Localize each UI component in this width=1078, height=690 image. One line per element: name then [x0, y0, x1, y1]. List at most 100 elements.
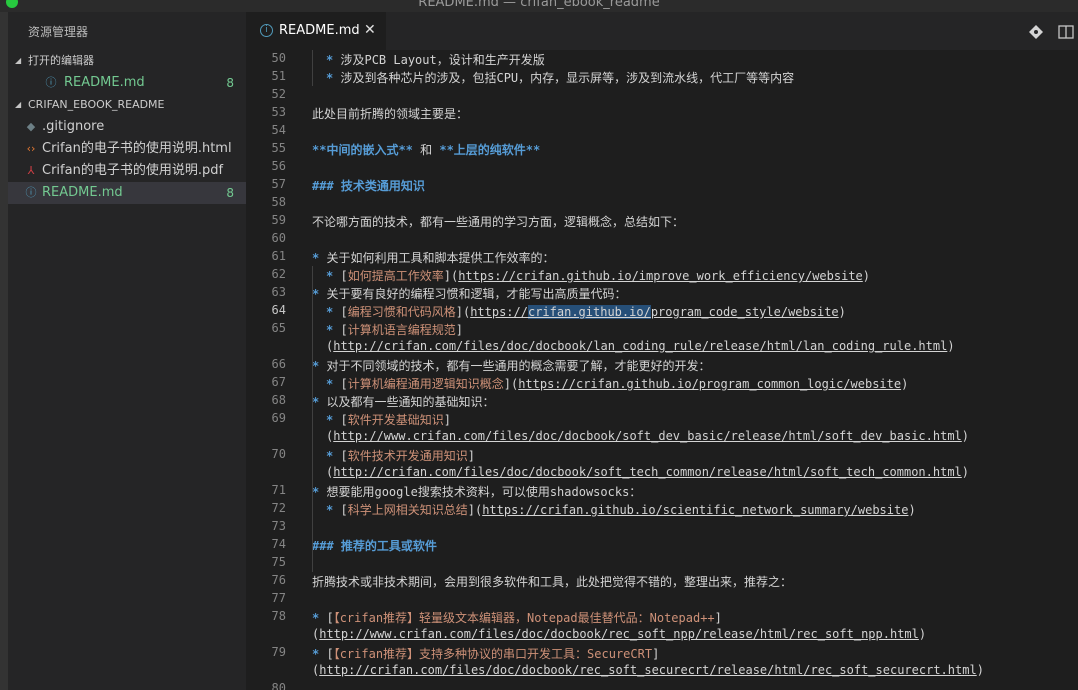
link-url[interactable]: https://crifan.github.io/program_common_… [518, 377, 901, 391]
list-bullet: * [326, 377, 334, 391]
info-icon: i [260, 24, 273, 37]
list-bullet: * [312, 287, 320, 301]
split-editor-icon[interactable] [1058, 25, 1074, 39]
list-bullet: * [326, 323, 334, 337]
link-text[interactable]: 科学上网相关知识总结 [348, 503, 468, 517]
line-number: 76 [271, 573, 286, 587]
code-line: * 关于要有良好的编程习惯和逻辑，才能写出高质量代码： [312, 285, 626, 302]
title-bar: README.md — crifan_ebook_readme [0, 0, 1078, 12]
indent-guide [312, 266, 313, 338]
line-text: 想要能用google搜索技术资料，可以使用shadowsocks： [326, 485, 642, 499]
diamond-icon: ◆ [26, 120, 36, 133]
list-bullet: * [312, 359, 320, 373]
link-text[interactable]: 软件技术开发通用知识 [348, 449, 468, 463]
link-url[interactable]: https://crifan.github.io/scientific_netw… [482, 503, 908, 517]
tab-bar: i README.md ✕ [246, 12, 1078, 50]
file-item[interactable]: ⓘ README.md 8 [8, 182, 246, 204]
line-number: 59 [271, 213, 286, 227]
line-text: 此处目前折腾的领域主要是： [312, 107, 469, 121]
git-compare-icon[interactable] [1028, 24, 1044, 40]
open-editor-readme[interactable]: ⓘ README.md 8 [8, 72, 246, 94]
line-number: 51 [271, 69, 286, 83]
link-text[interactable]: 【crifan推荐】支持多种协议的串口开发工具：SecureCRT [334, 647, 652, 661]
line-text: 涉及PCB Layout，设计和生产开发版 [340, 53, 545, 67]
file-item[interactable]: ◆ .gitignore [8, 116, 246, 138]
link-text[interactable]: 如何提高工作效率 [348, 269, 444, 283]
link-url[interactable]: http://www.crifan.com/files/doc/docbook/… [319, 627, 919, 641]
link-text[interactable]: 计算机编程通用逻辑知识概念 [348, 377, 504, 391]
selection-highlight: crifan.github.io/ [527, 305, 651, 319]
indent-guide [312, 50, 313, 86]
link-text[interactable]: 【crifan推荐】轻量级文本编辑器，Notepad最佳替代品：Notepad+… [334, 611, 715, 625]
line-text: 和 [412, 143, 440, 157]
code-icon: ‹› [26, 142, 36, 155]
code-line: 此处目前折腾的领域主要是： [312, 105, 468, 122]
line-number: 57 [271, 177, 286, 191]
project-section[interactable]: ◢ CRIFAN_EBOOK_README [8, 94, 246, 116]
link-url[interactable]: https://crifan.github.io/program_code_st… [470, 305, 839, 319]
close-icon[interactable]: ✕ [364, 22, 376, 38]
code-line: (http://www.crifan.com/files/doc/docbook… [326, 429, 970, 443]
list-bullet: * [326, 71, 334, 85]
explorer-sidebar: 资源管理器 ◢ 打开的编辑器 ⓘ README.md 8 ◢ CRIFAN_EB… [8, 12, 246, 690]
line-text: 对于不同领域的技术，都有一些通用的概念需要了解，才能更好的开发： [326, 359, 711, 373]
code-line: * 想要能用google搜索技术资料，可以使用shadowsocks： [312, 483, 641, 500]
line-number: 70 [271, 447, 286, 461]
problems-badge: 8 [226, 186, 234, 200]
code-line: ### 推荐的工具或软件 [312, 537, 437, 554]
link-url[interactable]: http://crifan.com/files/doc/docbook/soft… [333, 465, 962, 479]
line-number: 50 [271, 51, 286, 65]
explorer-header: 资源管理器 [28, 25, 89, 39]
tab-readme[interactable]: i README.md ✕ [246, 12, 386, 50]
problems-badge: 8 [226, 76, 234, 90]
file-name: README.md [42, 185, 123, 200]
code-line: * [计算机编程通用逻辑知识概念](https://crifan.github.… [326, 377, 909, 391]
list-bullet: * [326, 413, 334, 427]
code-line: 折腾技术或非技术期间，会用到很多软件和工具，此处把觉得不错的，整理出来，推荐之： [312, 573, 792, 590]
line-number: 68 [271, 393, 286, 407]
code-line: * [【crifan推荐】支持多种协议的串口开发工具：SecureCRT] [312, 647, 660, 661]
project-label: CRIFAN_EBOOK_README [28, 98, 165, 111]
line-number: 77 [271, 591, 286, 605]
code-line: * [编程习惯和代码风格](https://crifan.github.io/p… [326, 305, 846, 319]
list-bullet: * [312, 485, 320, 499]
line-number: 75 [271, 555, 286, 569]
line-number: 71 [271, 483, 286, 497]
link-url[interactable]: https://crifan.github.io/improve_work_ef… [458, 269, 863, 283]
list-bullet: * [312, 611, 320, 625]
code-line: * 以及都有一些通知的基础知识： [312, 393, 494, 410]
collapse-triangle-icon: ◢ [15, 56, 22, 65]
link-url[interactable]: http://www.crifan.com/files/doc/docbook/… [333, 429, 962, 443]
open-editor-filename: README.md [64, 75, 145, 90]
code-line: * 涉及PCB Layout，设计和生产开发版 [326, 51, 545, 68]
collapse-triangle-icon: ◢ [15, 100, 22, 109]
link-url[interactable]: http://crifan.com/files/doc/docbook/rec_… [319, 663, 976, 677]
line-number: 60 [271, 231, 286, 245]
line-text: 不论哪方面的技术，都有一些通用的学习方面，逻辑概念，总结如下： [312, 215, 685, 229]
code-editor[interactable]: 50 * 涉及PCB Layout，设计和生产开发版 51 * 涉及到各种芯片的涉及，… [246, 50, 1078, 690]
line-number: 61 [271, 249, 286, 263]
open-editors-section[interactable]: ◢ 打开的编辑器 [8, 50, 246, 72]
window-title: README.md — crifan_ebook_readme [418, 0, 660, 10]
line-number: 78 [271, 609, 286, 623]
line-text: 关于要有良好的编程习惯和逻辑，才能写出高质量代码： [326, 287, 627, 301]
link-url[interactable]: http://crifan.com/files/doc/docbook/lan_… [333, 339, 947, 353]
code-line: * [计算机语言编程规范] [326, 323, 463, 337]
line-number: 58 [271, 195, 286, 209]
file-item[interactable]: ‹› Crifan的电子书的使用说明.html [8, 138, 246, 160]
file-item[interactable]: ⅄ Crifan的电子书的使用说明.pdf [8, 160, 246, 182]
list-bullet: * [326, 269, 334, 283]
code-line: * 关于如何利用工具和脚本提供工作效率的： [312, 249, 554, 266]
line-number: 64 [271, 303, 286, 317]
bold-text: **中间的嵌入式** [312, 143, 413, 157]
line-text: 折腾技术或非技术期间，会用到很多软件和工具，此处把觉得不错的，整理出来，推荐之： [312, 575, 793, 589]
link-text[interactable]: 软件开发基础知识 [348, 413, 444, 427]
link-text[interactable]: 计算机语言编程规范 [348, 323, 456, 337]
code-line: * [科学上网相关知识总结](https://crifan.github.io/… [326, 503, 916, 517]
code-line: (http://crifan.com/files/doc/docbook/sof… [326, 465, 970, 479]
list-bullet: * [326, 305, 334, 319]
link-text[interactable]: 编程习惯和代码风格 [348, 305, 456, 319]
line-number: 55 [271, 141, 286, 155]
code-line: * [如何提高工作效率](https://crifan.github.io/im… [326, 269, 870, 283]
line-number: 63 [271, 285, 286, 299]
